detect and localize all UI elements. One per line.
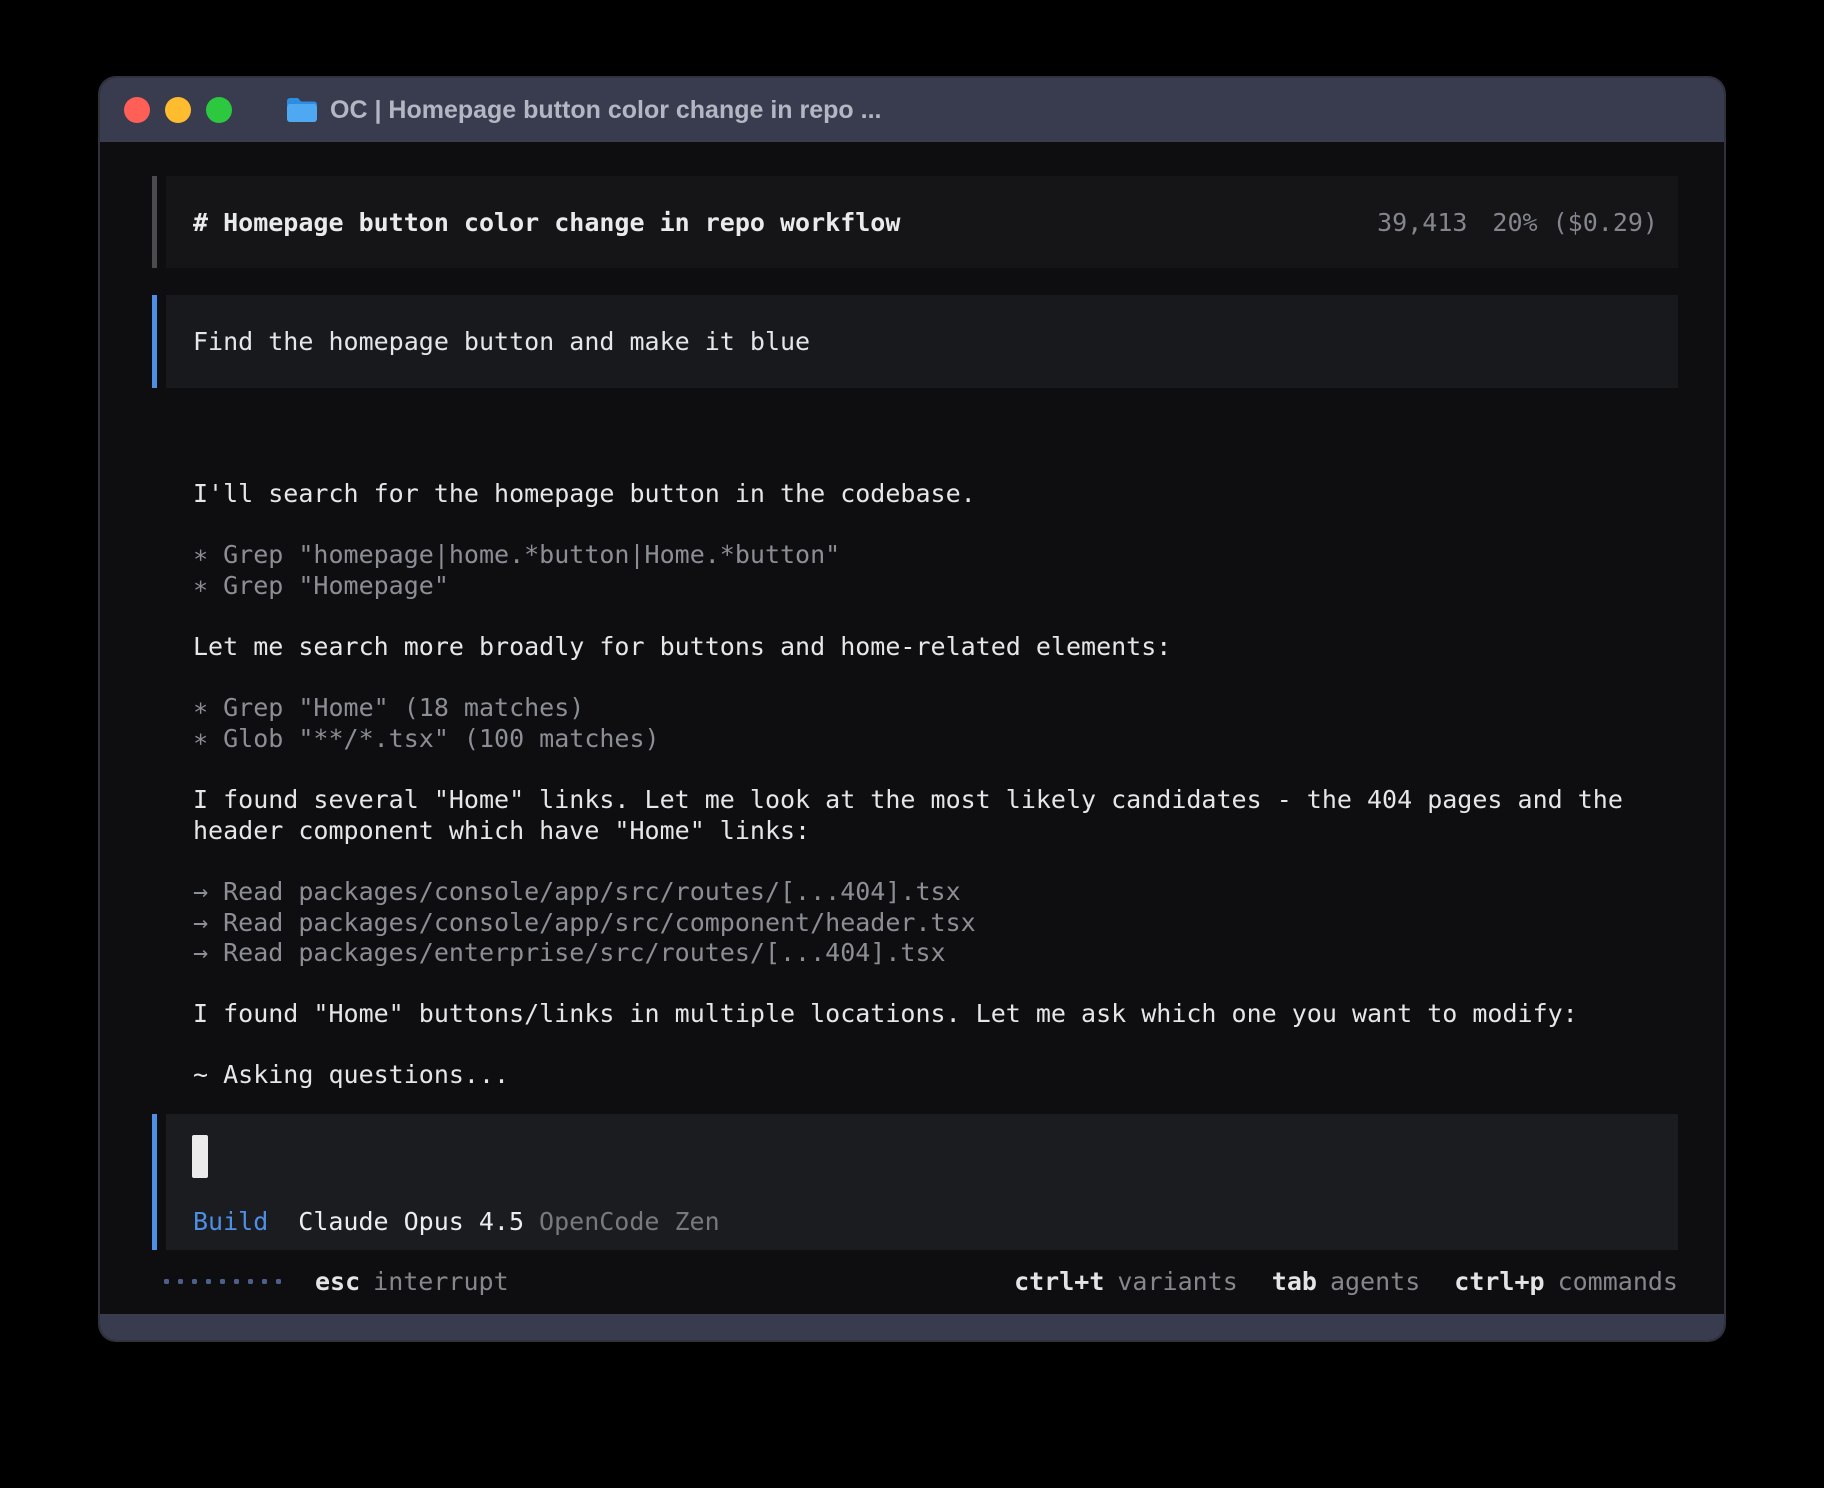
close-button[interactable] [124,97,150,123]
shortcut-key: ctrl+p [1454,1267,1544,1296]
user-message: Find the homepage button and make it blu… [152,295,1678,388]
folder-icon [286,97,318,123]
minimize-button[interactable] [165,97,191,123]
transcript-line: I'll search for the homepage button in t… [193,479,1693,510]
transcript-line: → Read packages/console/app/src/routes/[… [193,877,1693,908]
window-title: OC | Homepage button color change in rep… [330,96,881,125]
title-bar: OC | Homepage button color change in rep… [100,78,1724,142]
spinner-dot [192,1279,197,1284]
screen: OC | Homepage button color change in rep… [0,0,1824,1488]
footer-bar: esc interrupt ctrl+tvariantstabagentsctr… [100,1266,1724,1296]
footer-right: ctrl+t variants tab agents ctrl+p commands [1014,1266,1678,1296]
session-header: # Homepage button color change in repo w… [152,176,1678,268]
transcript-lines: I'll search for the homepage button in t… [193,479,1693,1091]
spinner-dot [248,1279,253,1284]
shortcut-key: ctrl+t [1014,1267,1104,1296]
transcript-line: ∗ Grep "Home" (18 matches) [193,693,1693,724]
user-message-panel: Find the homepage button and make it blu… [166,295,1678,388]
input-provider-label: OpenCode Zen [539,1207,720,1236]
footer-left: esc interrupt [164,1266,509,1296]
transcript-line: → Read packages/enterprise/src/routes/[.… [193,938,1693,969]
transcript-line: ∗ Grep "homepage|home.*button|Home.*butt… [193,540,1693,571]
session-stats: 39,413 20% ($0.29) [1377,208,1658,237]
input-agent-label[interactable]: Build [193,1207,268,1236]
esc-key-label: interrupt [373,1267,508,1296]
traffic-lights [124,97,232,123]
shortcut-label: commands [1558,1267,1678,1296]
transcript-blank-line [193,846,1693,877]
model-row: Build Claude Opus 4.5 OpenCode Zen [193,1207,720,1236]
transcript-line: Let me search more broadly for buttons a… [193,632,1693,663]
spinner-dot [178,1279,183,1284]
text-cursor [192,1135,208,1178]
transcript-blank-line [193,602,1693,633]
prompt-input-border [152,1114,157,1250]
transcript-line: I found several "Home" links. Let me loo… [193,785,1693,816]
transcript-line: ∗ Grep "Homepage" [193,571,1693,602]
session-header-border [152,176,157,268]
prompt-input[interactable]: Build Claude Opus 4.5 OpenCode Zen [166,1114,1678,1250]
transcript-blank-line [193,1030,1693,1061]
zoom-button[interactable] [206,97,232,123]
context-cost: 20% ($0.29) [1492,208,1658,237]
shortcut-label: variants [1117,1267,1237,1296]
transcript-line: I found "Home" buttons/links in multiple… [193,999,1693,1030]
shortcut-hint-commands: ctrl+p commands [1454,1267,1678,1296]
terminal-window: OC | Homepage button color change in rep… [100,78,1724,1340]
window-bottom-chrome [100,1314,1724,1340]
transcript-blank-line [193,663,1693,694]
spinner-dot [262,1279,267,1284]
user-message-border [152,295,157,388]
spinner-dot [164,1279,169,1284]
transcript-blank-line [193,969,1693,1000]
session-title: # Homepage button color change in repo w… [193,208,900,237]
shortcut-key: tab [1272,1267,1317,1296]
transcript-line: → Read packages/console/app/src/componen… [193,908,1693,939]
transcript-line: ∗ Glob "**/*.tsx" (100 matches) [193,724,1693,755]
prompt-input-block: Build Claude Opus 4.5 OpenCode Zen [152,1114,1678,1250]
spinner-dot [276,1279,281,1284]
spinner-dot [234,1279,239,1284]
transcript-blank-line [193,755,1693,786]
shortcut-hint-agents: tab agents [1272,1267,1420,1296]
token-count: 39,413 [1377,208,1467,237]
spinner-dot [206,1279,211,1284]
working-spinner-dots [164,1279,281,1284]
transcript-line: ~ Asking questions... [193,1060,1693,1091]
spinner-dot [220,1279,225,1284]
user-message-text: Find the homepage button and make it blu… [193,327,810,356]
esc-key-hint: esc [315,1267,360,1296]
session-header-panel: # Homepage button color change in repo w… [166,176,1678,268]
shortcut-label: agents [1330,1267,1420,1296]
transcript-line: header component which have "Home" links… [193,816,1693,847]
transcript-blank-line [193,510,1693,541]
input-model-label[interactable]: Claude Opus 4.5 [298,1207,524,1236]
shortcut-hint-variants: ctrl+t variants [1014,1267,1238,1296]
